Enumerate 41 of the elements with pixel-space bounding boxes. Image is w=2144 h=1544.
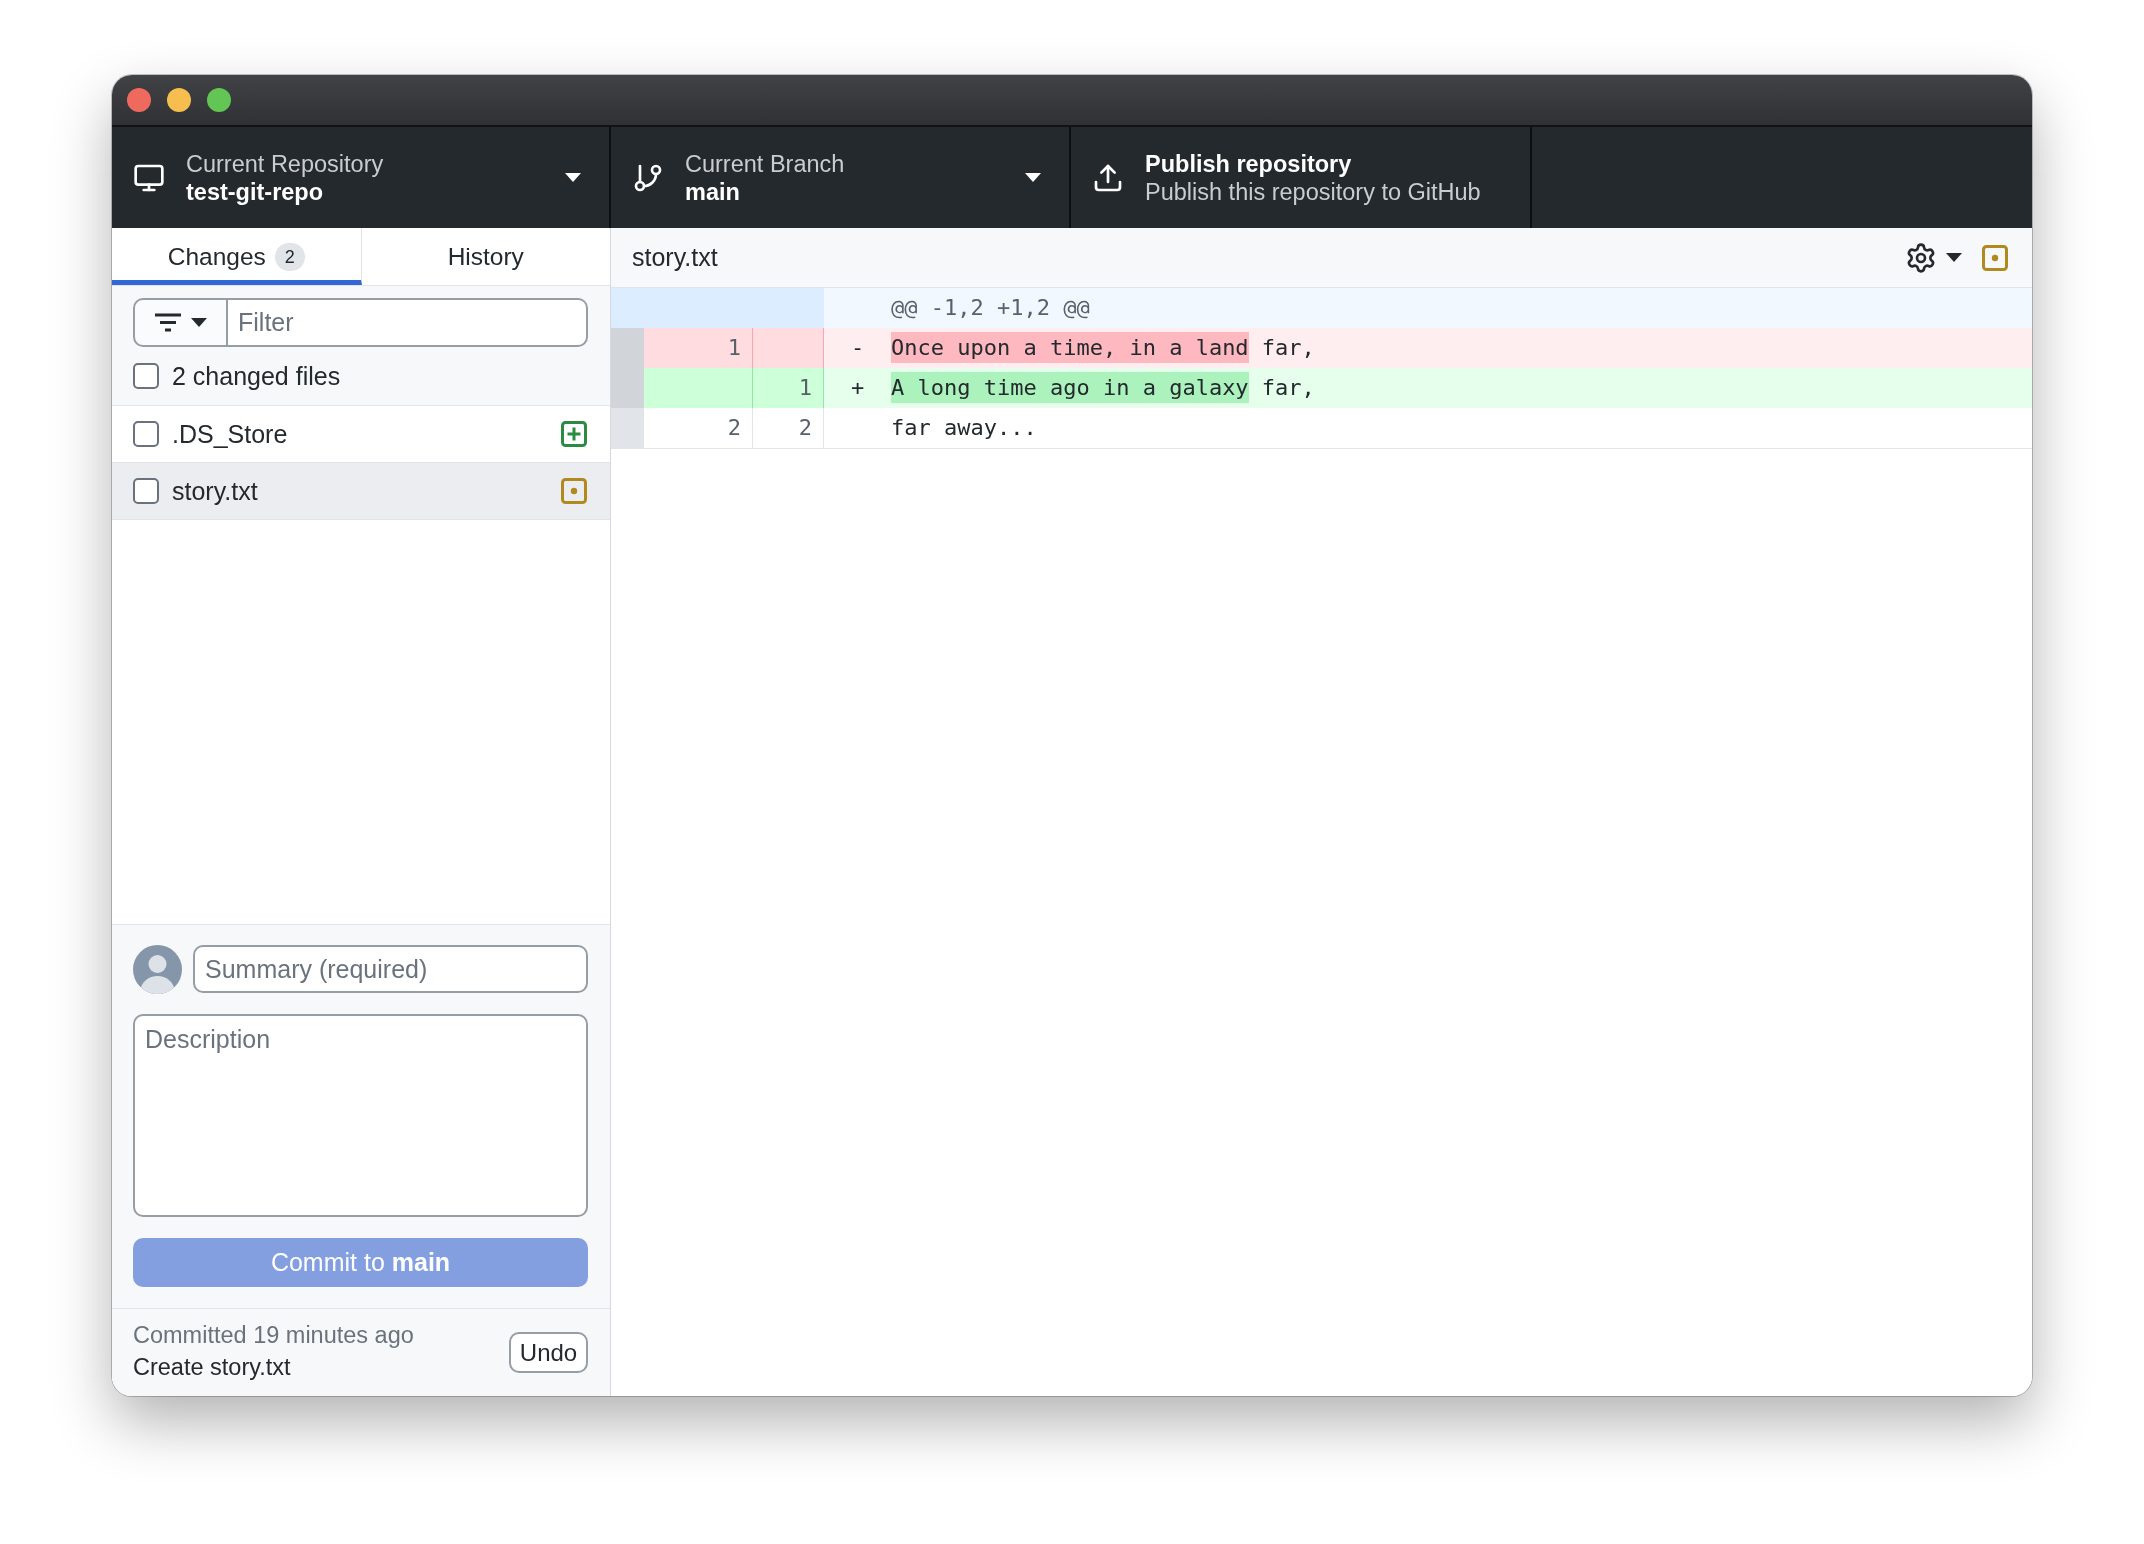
diff-sign: - [849,334,866,362]
line-number-cell: 1 [644,328,753,368]
diff-sign: + [849,374,866,402]
gear-icon [1905,241,1937,274]
gutter-cell[interactable] [611,368,644,408]
commit-message: Create story.txt [133,1352,292,1382]
filter-icon [154,313,181,332]
filter-options-button[interactable] [133,298,228,347]
checkbox[interactable] [133,478,159,504]
caret-icon [1946,253,1962,262]
gutter-cell[interactable] [611,328,644,368]
line-number-cell: 1 [753,368,824,408]
count-badge: 2 [274,242,305,271]
summary-field[interactable]: Summary (required) [193,945,588,993]
code-line: A long time ago in a galaxy far, [891,368,2032,408]
avatar-icon [133,944,182,994]
checkbox[interactable] [133,363,159,389]
minimize-button[interactable] [167,88,191,112]
undo-button[interactable]: Undo [509,1332,588,1373]
caret-icon [190,318,207,327]
checkbox[interactable] [133,421,159,447]
file-name: .DS_Store [172,419,289,449]
hunk-header-text: @@ -1,2 +1,2 @@ [890,294,1091,322]
description-field[interactable]: Description [133,1014,588,1217]
line-number-cell [753,328,824,368]
commit-time: Committed 19 minutes ago [133,1320,414,1350]
close-button[interactable] [127,88,151,112]
dot-square-icon [561,478,587,504]
code-line: far away... [891,414,1038,442]
file-name: story.txt [172,476,259,506]
zoom-button[interactable] [207,88,231,112]
plus-square-icon [561,421,587,447]
gutter-cell[interactable] [611,408,644,448]
diff-options-button[interactable] [1905,241,1962,274]
filter-field[interactable]: Filter [228,298,588,347]
changed-files-count: 2 changed files [172,361,341,391]
file-title: story.txt [632,243,719,272]
code-line: Once upon a time, in a land far, [891,328,2032,368]
tab[interactable]: Changes 2 [112,228,362,285]
dot-square-icon [1982,244,2008,271]
file-list-item[interactable]: story.txt [112,463,610,520]
